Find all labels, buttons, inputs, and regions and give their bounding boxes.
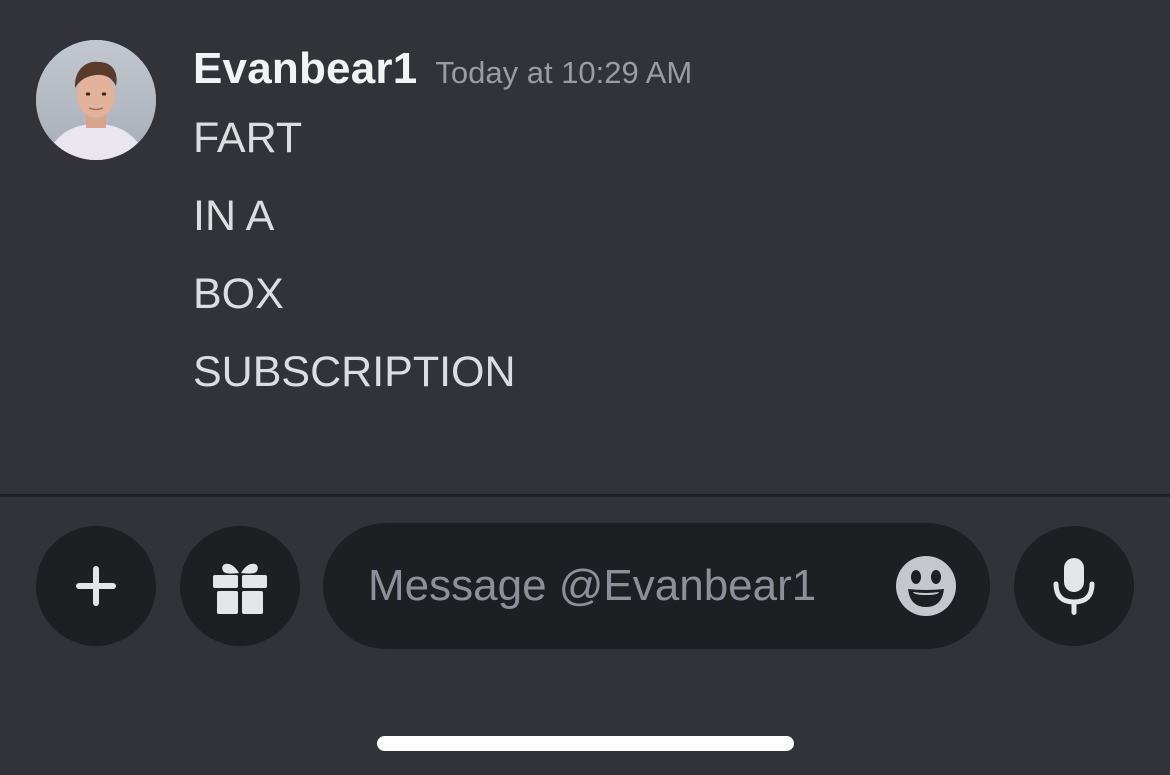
- emoji-smile-icon[interactable]: [895, 555, 957, 617]
- add-attachment-button[interactable]: [36, 526, 156, 646]
- message-input-placeholder: Message @Evanbear1: [368, 561, 817, 610]
- microphone-icon: [1053, 558, 1095, 615]
- voice-message-button[interactable]: [1014, 526, 1134, 646]
- home-indicator[interactable]: [377, 736, 794, 751]
- message-line: FART: [193, 114, 303, 162]
- message-line: BOX: [193, 270, 284, 318]
- gift-button[interactable]: [180, 526, 300, 646]
- message-header: Evanbear1 Today at 10:29 AM: [193, 44, 692, 94]
- gift-icon: [213, 563, 267, 614]
- message-list: Evanbear1 Today at 10:29 AM FART IN A BOX…: [0, 0, 1170, 496]
- message-line: IN A: [193, 192, 275, 240]
- avatar[interactable]: [36, 40, 156, 160]
- plus-icon: [76, 566, 116, 606]
- message-author[interactable]: Evanbear1: [193, 44, 417, 93]
- message-line: SUBSCRIPTION: [193, 348, 516, 396]
- message-input[interactable]: Message @Evanbear1: [323, 523, 990, 649]
- message-timestamp: Today at 10:29 AM: [435, 55, 693, 90]
